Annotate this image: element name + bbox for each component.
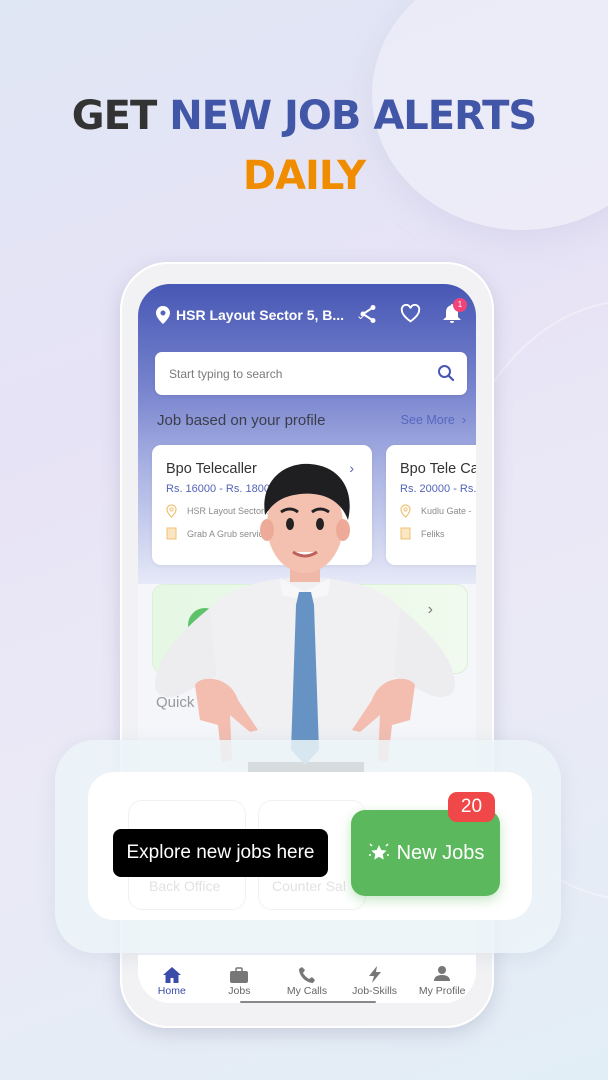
chevron-right-icon: › (461, 413, 466, 427)
nav-item-jobs[interactable]: Jobs (208, 967, 270, 997)
quick-filter-label: Back Office (149, 878, 221, 894)
profile-icon (434, 966, 451, 981)
bottom-nav: Home Jobs My Calls Job-Skills My Profile (138, 955, 476, 1003)
headline-get: GET (71, 93, 157, 139)
lightning-icon (368, 966, 381, 983)
notification-badge: 1 (453, 298, 467, 312)
nav-label: Jobs (228, 985, 251, 997)
character-illustration (155, 463, 455, 775)
search-bar (155, 352, 467, 395)
headline-daily: DAILY (242, 153, 366, 199)
quick-filter-label: Counter Sal (272, 878, 346, 894)
see-more-label: See More (400, 413, 455, 427)
explore-tooltip: Explore new jobs here (113, 829, 328, 877)
nav-item-home[interactable]: Home (141, 967, 203, 997)
new-jobs-count-badge: 20 (448, 792, 495, 822)
home-indicator (240, 1001, 376, 1003)
notifications-button[interactable]: 1 (443, 298, 467, 329)
location-pin-icon (156, 306, 170, 324)
see-more-link[interactable]: See More › (401, 413, 466, 427)
briefcase-icon (230, 967, 249, 983)
heart-icon[interactable] (400, 304, 421, 323)
nav-item-job-skills[interactable]: Job-Skills (344, 966, 406, 997)
sparkle-star-icon (368, 843, 389, 860)
top-bar: HSR Layout Sector 5, B... ⌄ 1 (156, 298, 467, 329)
location-selector[interactable]: HSR Layout Sector 5, B... (176, 307, 344, 323)
new-jobs-label: New Jobs (396, 841, 485, 864)
headline-new-job-alerts: NEW JOB ALERTS (169, 93, 537, 139)
phone-icon (298, 967, 315, 983)
nav-label: Home (157, 985, 186, 997)
home-icon (162, 967, 181, 983)
headline: GET NEW JOB ALERTS DAILY (0, 92, 608, 200)
new-jobs-button[interactable]: New Jobs (351, 810, 500, 896)
nav-item-my-profile[interactable]: My Profile (411, 966, 473, 997)
nav-item-my-calls[interactable]: My Calls (276, 967, 338, 997)
search-icon[interactable] (437, 364, 455, 382)
share-icon[interactable] (359, 304, 377, 324)
section-title-profile-jobs: Job based on your profile (157, 412, 326, 429)
nav-label: Job-Skills (352, 985, 398, 997)
nav-label: My Calls (286, 985, 328, 997)
nav-label: My Profile (418, 985, 466, 997)
search-input[interactable] (169, 366, 419, 381)
